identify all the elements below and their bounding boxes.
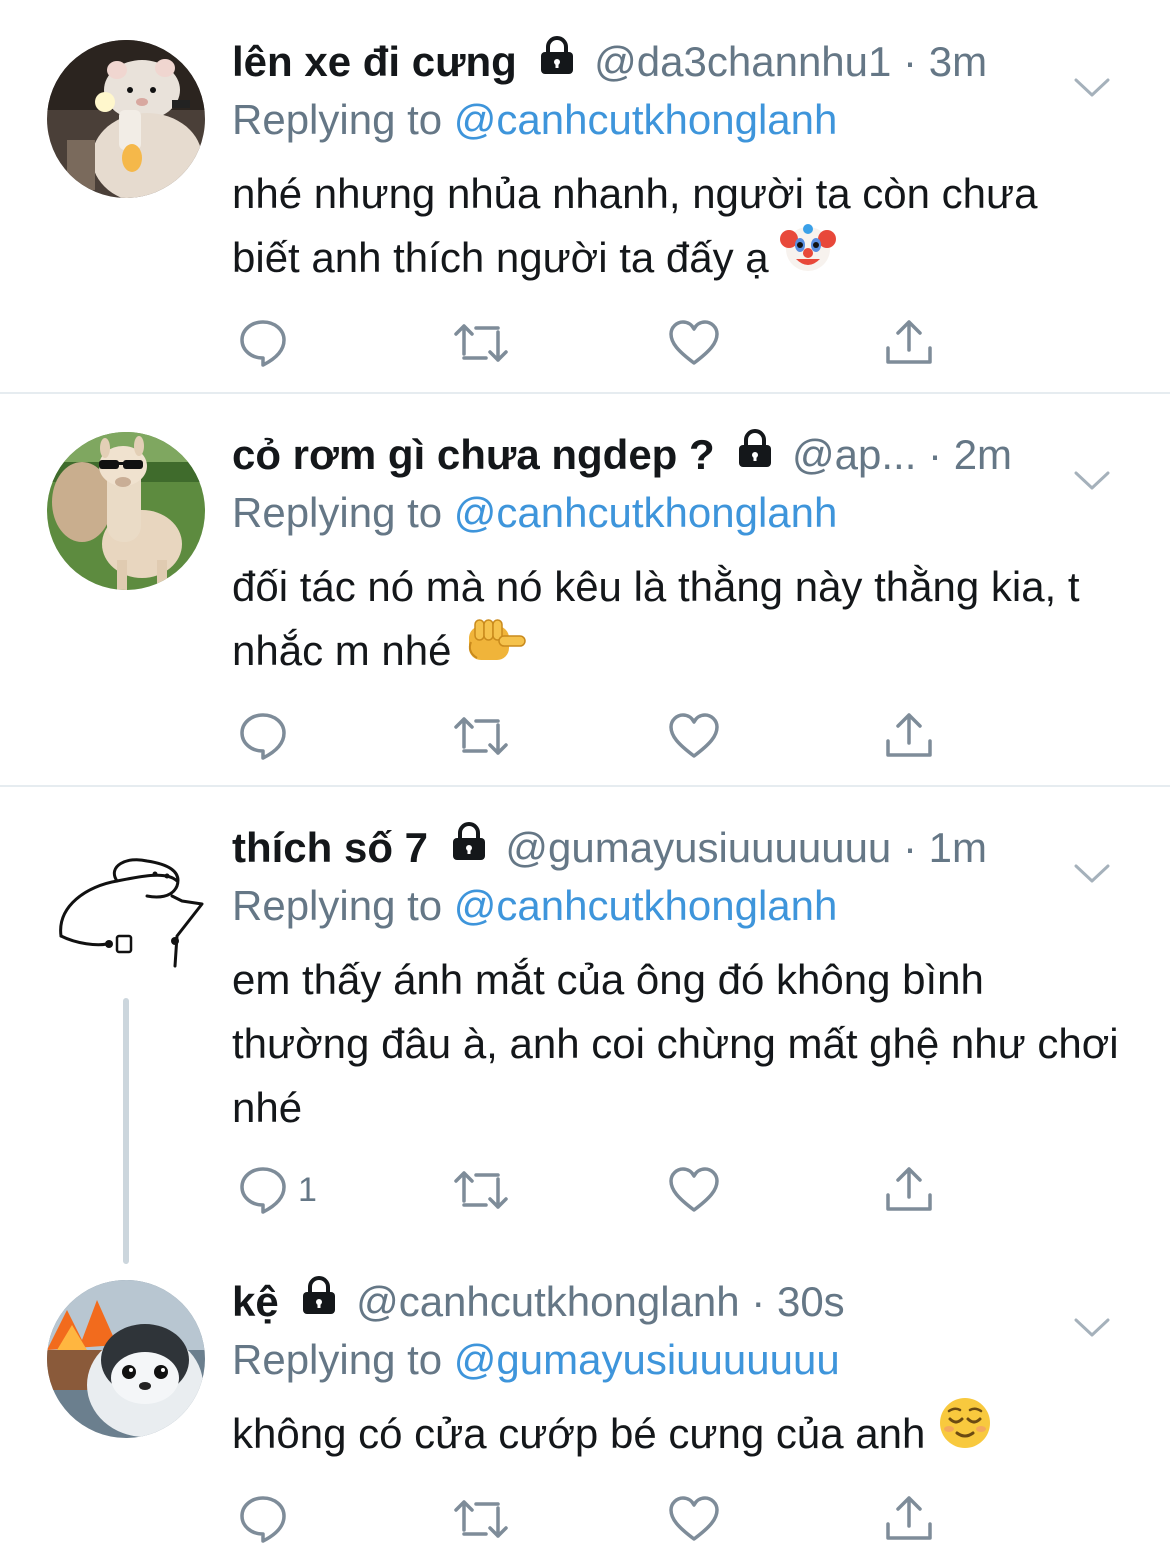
backhand-index-pointing-emoji	[463, 612, 527, 686]
heart-icon	[669, 1167, 719, 1212]
share-icon	[886, 1496, 932, 1540]
share-icon	[886, 713, 932, 757]
reply-button[interactable]: 1	[238, 1162, 317, 1218]
penguin-avatar[interactable]	[47, 1280, 205, 1438]
tweet-actions	[232, 708, 1130, 768]
reply-icon	[240, 1496, 286, 1543]
share-button[interactable]	[884, 1162, 934, 1218]
replying-to: Replying to @gumayusiuuuuuuu	[232, 1330, 1130, 1390]
retweet-icon	[454, 717, 508, 755]
tweet-text: nhé nhưng nhủa nhanh, người ta còn chưa …	[232, 162, 1052, 293]
heart-icon	[669, 320, 719, 365]
replying-to: Replying to @canhcutkhonglanh	[232, 876, 1130, 936]
tweet-text-content: không có cửa cướp bé cưng của anh	[232, 1410, 926, 1457]
tweet-text: em thấy ánh mắt của ông đó không bình th…	[232, 948, 1122, 1140]
heart-icon	[669, 713, 719, 758]
like-button[interactable]	[668, 1491, 720, 1547]
tweet-actions	[232, 1491, 1130, 1551]
replying-label: Replying to	[232, 96, 443, 143]
clown-face-emoji	[780, 219, 837, 293]
retweet-button[interactable]	[452, 708, 510, 764]
tweet-text: đối tác nó mà nó kêu là thằng này thằng …	[232, 555, 1112, 686]
chevron-down-icon[interactable]	[1074, 52, 1110, 116]
tweet-text-content: nhé nhưng nhủa nhanh, người ta còn chưa …	[232, 170, 1038, 281]
share-button[interactable]	[884, 1491, 934, 1547]
tweet-text-content: đối tác nó mà nó kêu là thằng này thằng …	[232, 563, 1080, 674]
user-handle[interactable]: @ap...	[792, 431, 916, 478]
replying-label: Replying to	[232, 489, 443, 536]
replying-to: Replying to @canhcutkhonglanh	[232, 483, 1130, 543]
relieved-face-emoji	[937, 1395, 993, 1469]
tweet[interactable]: thích số 7 @gumayusiuuuuuuu · 1m Replyin…	[0, 786, 1170, 1264]
replying-to: Replying to @canhcutkhonglanh	[232, 90, 1130, 150]
chevron-down-icon[interactable]	[1074, 445, 1110, 509]
user-handle[interactable]: @gumayusiuuuuuuu	[505, 824, 891, 871]
tweet-actions: 1	[232, 1162, 1130, 1222]
replying-label: Replying to	[232, 882, 443, 929]
tweet[interactable]: cỏ rơm gì chưa ngdep ? @ap... · 2m Reply…	[0, 393, 1170, 786]
retweet-button[interactable]	[452, 1162, 510, 1218]
share-icon	[886, 1167, 932, 1211]
mention-link[interactable]: @canhcutkhonglanh	[454, 96, 838, 143]
reply-icon	[240, 1167, 286, 1214]
display-name[interactable]: thích số 7	[232, 824, 428, 871]
timestamp[interactable]: 30s	[777, 1278, 845, 1325]
like-button[interactable]	[668, 1162, 720, 1218]
timestamp[interactable]: 3m	[929, 38, 987, 85]
retweet-button[interactable]	[452, 1491, 510, 1547]
separator-dot: ·	[739, 1278, 777, 1325]
tweet-actions	[232, 315, 1130, 375]
display-name[interactable]: cỏ rơm gì chưa ngdep ?	[232, 431, 715, 478]
mention-link[interactable]: @canhcutkhonglanh	[454, 489, 838, 536]
mention-link[interactable]: @gumayusiuuuuuuu	[454, 1336, 840, 1383]
reply-icon	[240, 320, 286, 367]
retweet-button[interactable]	[452, 315, 510, 371]
replying-label: Replying to	[232, 1336, 443, 1383]
display-name[interactable]: lên xe đi cưng	[232, 38, 517, 85]
tweet-text: không có cửa cướp bé cưng của anh	[232, 1397, 1122, 1469]
tweet[interactable]: kệ @canhcutkhonglanh · 30s Replying to @…	[0, 1256, 1170, 1565]
reply-button[interactable]	[238, 315, 288, 371]
chevron-down-icon[interactable]	[1074, 838, 1110, 902]
lock-icon	[450, 816, 488, 880]
mention-link[interactable]: @canhcutkhonglanh	[454, 882, 838, 929]
reply-button[interactable]	[238, 1491, 288, 1547]
lock-icon	[736, 423, 774, 487]
heart-icon	[669, 1496, 719, 1541]
reply-count: 1	[298, 1170, 317, 1209]
like-button[interactable]	[668, 708, 720, 764]
thread-connector-line	[123, 998, 129, 1264]
separator-dot: ·	[891, 38, 929, 85]
tweet-text-content: em thấy ánh mắt của ông đó không bình th…	[232, 956, 1119, 1131]
user-handle[interactable]: @canhcutkhonglanh	[356, 1278, 740, 1325]
share-button[interactable]	[884, 708, 934, 764]
reply-button[interactable]	[238, 708, 288, 764]
timestamp[interactable]: 1m	[929, 824, 987, 871]
separator-dot: ·	[916, 431, 954, 478]
share-icon	[886, 320, 932, 364]
like-button[interactable]	[668, 315, 720, 371]
hamster-avatar[interactable]	[47, 40, 205, 198]
tweet[interactable]: lên xe đi cưng @da3channhu1 · 3m Replyin…	[0, 0, 1170, 393]
display-name[interactable]: kệ	[232, 1278, 279, 1325]
separator-dot: ·	[891, 824, 929, 871]
lock-icon	[300, 1270, 338, 1334]
timestamp[interactable]: 2m	[954, 431, 1012, 478]
alpaca-avatar[interactable]	[47, 432, 205, 590]
retweet-icon	[454, 1171, 508, 1209]
retweet-icon	[454, 324, 508, 362]
doodle-avatar[interactable]	[47, 826, 205, 984]
user-handle[interactable]: @da3channhu1	[594, 38, 891, 85]
share-button[interactable]	[884, 315, 934, 371]
lock-icon	[538, 30, 576, 94]
retweet-icon	[454, 1500, 508, 1538]
chevron-down-icon[interactable]	[1074, 1292, 1110, 1356]
reply-icon	[240, 713, 286, 760]
